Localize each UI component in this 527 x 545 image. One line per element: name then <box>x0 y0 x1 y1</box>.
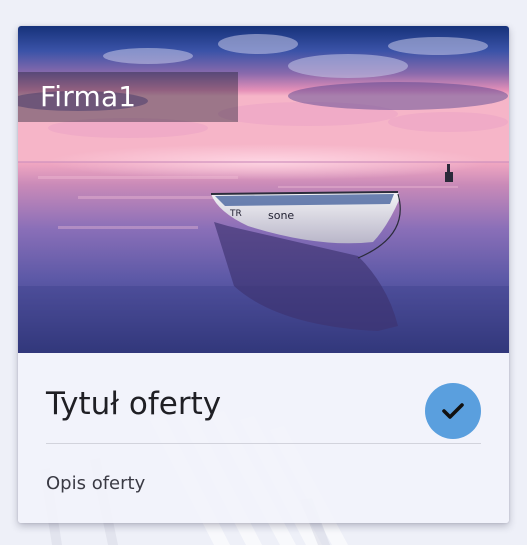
offers-page: sone TR Firma1 Tytuł oferty Opis oferty <box>0 0 527 545</box>
check-icon <box>442 403 464 419</box>
company-name: Firma1 <box>40 80 137 113</box>
offer-title: Tytuł oferty <box>46 386 222 422</box>
svg-text:TR: TR <box>229 209 242 219</box>
offer-description: Opis oferty <box>46 473 146 494</box>
select-offer-button[interactable] <box>425 383 481 439</box>
offer-card[interactable]: sone TR Firma1 Tytuł oferty Opis oferty <box>18 26 509 523</box>
svg-text:sone: sone <box>268 209 294 222</box>
divider <box>46 443 481 444</box>
